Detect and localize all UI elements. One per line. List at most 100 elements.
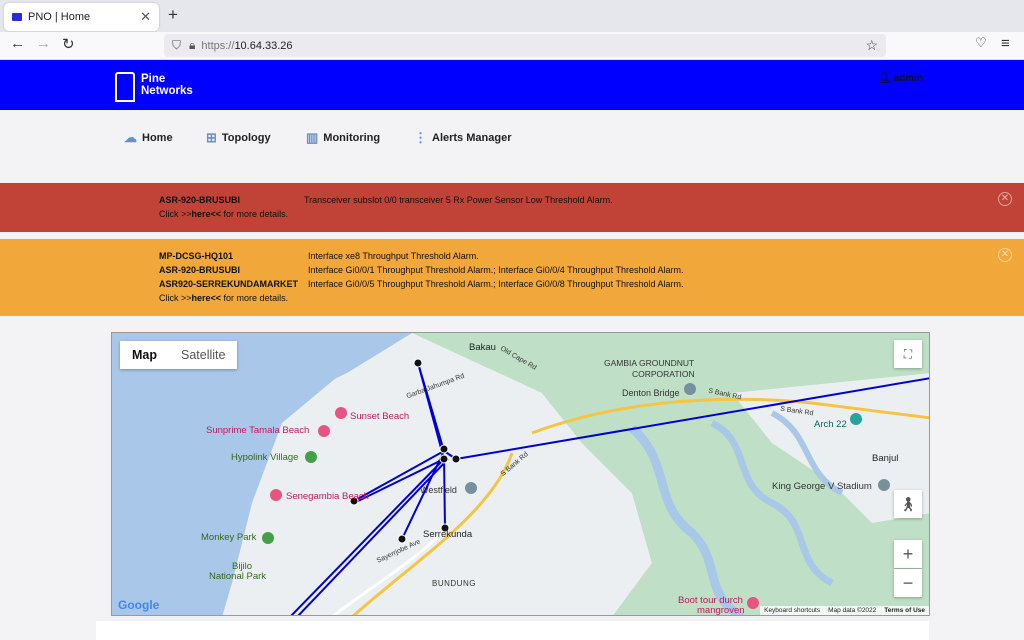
park-marker-icon[interactable]	[305, 451, 317, 463]
alert-message: Interface xe8 Throughput Threshold Alarm…	[308, 251, 479, 261]
alert-device: ASR-920-BRUSUBI	[159, 265, 241, 275]
reload-icon[interactable]: ↻	[62, 35, 75, 53]
keyboard-shortcuts-link[interactable]: Keyboard shortcuts	[764, 607, 820, 614]
map-type-satellite-button[interactable]: Satellite	[169, 341, 237, 369]
arch-marker-icon[interactable]	[850, 413, 862, 425]
tour-marker-icon[interactable]	[747, 597, 759, 609]
network-node[interactable]	[439, 454, 449, 464]
network-node[interactable]	[413, 358, 423, 368]
user-icon: 👤︎	[878, 73, 894, 84]
google-logo[interactable]: Google	[118, 598, 159, 612]
url-protocol: https://	[201, 39, 235, 52]
stadium-marker-icon[interactable]	[878, 479, 890, 491]
logo-text[interactable]: Pine Networks	[141, 73, 193, 97]
app-header: Pine Networks 👤︎ admin	[0, 60, 1024, 110]
url-host: 10.64.33.26	[234, 39, 293, 52]
map-label-westfield: Westfield	[420, 485, 457, 495]
browser-nav-bar: ← → ↻ ⛉ 🔒︎ https:// 10.64.33.26 ☆ ♡ ≡	[0, 32, 1024, 60]
map-label-corporation: CORPORATION	[632, 369, 695, 379]
url-bar[interactable]: ⛉ 🔒︎ https:// 10.64.33.26 ☆	[164, 34, 886, 57]
alert-message: Transceiver subslot 0/0 transceiver 5 Rx…	[304, 195, 613, 205]
lock-icon[interactable]: 🔒︎	[189, 38, 195, 53]
park-marker-icon[interactable]	[262, 532, 274, 544]
place-marker-icon[interactable]	[684, 383, 696, 395]
alert-critical: ASR-920-BRUSUBI Transceiver subslot 0/0 …	[0, 183, 1024, 232]
alert-warning: MP-DCSG-HQ101 Interface xe8 Throughput T…	[0, 239, 1024, 316]
map-type-map-button[interactable]: Map	[120, 341, 169, 369]
menu-topology[interactable]: ⊞ Topology	[206, 130, 271, 146]
click-prefix: Click >>	[159, 293, 192, 303]
map-label-mangroven: mangroven	[697, 605, 745, 616]
alert-message: Interface Gi0/0/1 Throughput Threshold A…	[308, 265, 684, 275]
terms-link[interactable]: Terms of Use	[884, 607, 925, 614]
fullscreen-icon[interactable]: ⛶	[894, 340, 922, 368]
favicon-icon	[12, 13, 22, 21]
map-label-sunset-beach: Sunset Beach	[350, 411, 410, 422]
close-alert-icon[interactable]: ✕	[998, 248, 1012, 262]
logo-line1: Pine	[141, 73, 166, 85]
back-icon[interactable]: ←	[10, 35, 25, 52]
close-alert-icon[interactable]: ✕	[998, 192, 1012, 206]
alerts-dots-icon: ⋮	[414, 130, 427, 145]
alert-device: ASR-920-BRUSUBI	[159, 195, 241, 205]
map-label-denton-bridge: Denton Bridge	[622, 388, 680, 398]
map-label-hypolink: Hypolink Village	[231, 452, 299, 463]
alert-message: Interface Gi0/0/5 Throughput Threshold A…	[308, 279, 684, 289]
click-suffix: for more details.	[221, 209, 289, 219]
bookmark-star-icon[interactable]: ☆	[865, 37, 878, 54]
map-label-arch22: Arch 22	[814, 419, 847, 430]
shield-icon[interactable]: ⛉	[172, 38, 181, 53]
menu-icon[interactable]: ≡	[1001, 35, 1010, 52]
hotel-marker-icon[interactable]	[318, 425, 330, 437]
browser-tab-bar: PNO | Home ✕ +	[0, 0, 1024, 32]
tab-title: PNO | Home	[28, 11, 91, 23]
network-node[interactable]	[451, 454, 461, 464]
lower-panel	[96, 621, 929, 640]
topology-icon: ⊞	[206, 130, 217, 145]
close-tab-icon[interactable]: ✕	[140, 9, 151, 25]
map-data-text: Map data ©2022	[828, 607, 877, 614]
alert-details-line: Click >>here<< for more details.	[159, 209, 288, 219]
place-marker-icon[interactable]	[465, 482, 477, 494]
network-node[interactable]	[439, 444, 449, 454]
pegman-icon[interactable]: 🚶︎	[894, 490, 922, 518]
map-label-serrekunda: Serrekunda	[423, 529, 473, 540]
hotel-marker-icon[interactable]	[335, 407, 347, 419]
alert-device: ASR920-SERREKUNDAMARKET	[159, 279, 299, 289]
map-attribution: Keyboard shortcuts Map data ©2022 Terms …	[760, 606, 929, 615]
pine-logo-icon[interactable]	[115, 72, 135, 102]
network-node[interactable]	[397, 534, 407, 544]
menu-alerts-manager[interactable]: ⋮ Alerts Manager	[414, 130, 511, 146]
click-prefix: Click >>	[159, 209, 192, 219]
zoom-in-button[interactable]: +	[894, 540, 922, 568]
map-label-bakau: Bakau	[469, 342, 496, 353]
pocket-icon[interactable]: ♡	[975, 35, 987, 51]
menu-home-label: Home	[142, 132, 173, 144]
browser-tab[interactable]: PNO | Home ✕	[4, 3, 159, 31]
network-map[interactable]: Bakau Old Cape Rd GAMBIA GROUNDNUT CORPO…	[111, 332, 930, 616]
menu-monitoring[interactable]: ▥ Monitoring	[306, 130, 380, 146]
details-link[interactable]: here<<	[192, 293, 222, 303]
map-type-control: Map Satellite	[120, 341, 238, 369]
user-menu[interactable]: 👤︎ admin	[878, 73, 923, 84]
map-label-senegambia: Senegambia Beach	[286, 491, 369, 502]
menu-monitoring-label: Monitoring	[323, 132, 381, 144]
details-link[interactable]: here<<	[192, 209, 222, 219]
main-menu: ☁ Home ⊞ Topology ▥ Monitoring ⋮ Alerts …	[0, 110, 1024, 180]
alert-details-line: Click >>here<< for more details.	[159, 293, 288, 303]
forward-icon[interactable]: →	[36, 35, 51, 52]
home-cloud-icon: ☁	[124, 130, 137, 145]
map-label-bundung: BUNDUNG	[432, 579, 476, 588]
zoom-out-button[interactable]: −	[894, 569, 922, 597]
new-tab-button[interactable]: +	[168, 5, 178, 25]
hotel-marker-icon[interactable]	[270, 489, 282, 501]
menu-topology-label: Topology	[221, 132, 271, 144]
menu-alerts-label: Alerts Manager	[432, 132, 512, 144]
monitoring-chart-icon: ▥	[306, 130, 319, 145]
map-label-monkey-park: Monkey Park	[201, 532, 257, 543]
click-suffix: for more details.	[221, 293, 289, 303]
menu-home[interactable]: ☁ Home	[124, 130, 173, 146]
map-label-banjul: Banjul	[872, 453, 899, 464]
user-name: admin	[893, 73, 923, 84]
map-label-sunprime: Sunprime Tamala Beach	[206, 425, 310, 436]
